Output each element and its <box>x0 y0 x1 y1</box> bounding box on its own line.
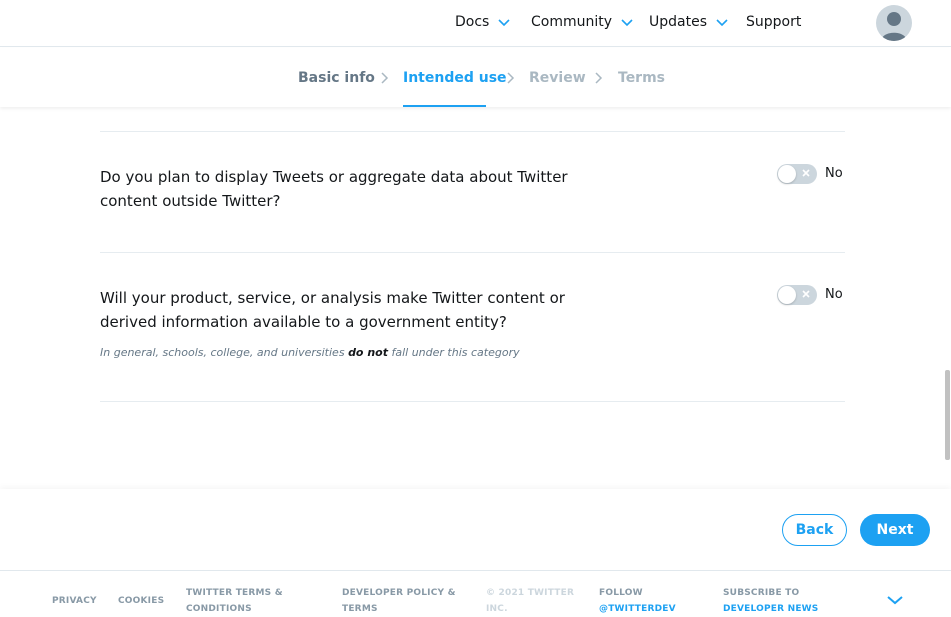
nav-support[interactable]: Support <box>746 14 801 30</box>
step-basic-info[interactable]: Basic info <box>298 70 375 86</box>
nav-docs-label: Docs <box>455 14 490 30</box>
divider <box>100 131 845 132</box>
next-button[interactable]: Next <box>860 514 930 546</box>
footer-terms-link[interactable]: TWITTER TERMS & CONDITIONS <box>186 585 296 617</box>
chevron-down-icon <box>498 19 510 27</box>
footer-follow[interactable]: FOLLOW @TWITTERDEV <box>599 585 689 617</box>
footer-copyright: © 2021 TWITTER INC. <box>486 588 575 614</box>
follow-handle-link[interactable]: @TWITTERDEV <box>599 604 676 614</box>
toggle-knob <box>778 165 796 183</box>
footer-privacy-link[interactable]: PRIVACY <box>52 593 97 609</box>
question-government-entity: Will your product, service, or analysis … <box>100 289 565 331</box>
nav-community-label: Community <box>531 14 613 30</box>
scrollbar[interactable] <box>945 370 950 460</box>
site-footer: PRIVACY COOKIES TWITTER TERMS & CONDITIO… <box>0 570 951 617</box>
government-hint: In general, schools, college, and univer… <box>100 346 520 359</box>
toggle-label: No <box>825 166 843 181</box>
close-icon <box>802 169 810 177</box>
chevron-right-icon <box>595 72 603 84</box>
hint-text: In general, schools, college, and univer… <box>100 346 349 359</box>
hint-text: fall under this category <box>387 346 520 359</box>
nav-docs[interactable]: Docs <box>455 14 510 30</box>
active-step-indicator <box>403 105 486 107</box>
step-intended-use[interactable]: Intended use <box>403 70 507 86</box>
chevron-right-icon <box>381 72 389 84</box>
footer-dev-policy-link[interactable]: DEVELOPER POLICY & TERMS <box>342 585 457 617</box>
form-actions: Back Next <box>0 489 951 570</box>
nav-community[interactable]: Community <box>531 14 633 30</box>
divider <box>100 252 845 253</box>
footer-subscribe[interactable]: SUBSCRIBE TO DEVELOPER NEWS <box>723 585 863 617</box>
nav-updates-label: Updates <box>649 14 707 30</box>
footer-cookies-link[interactable]: COOKIES <box>118 593 164 609</box>
hint-emphasis: do not <box>348 346 388 359</box>
toggle-knob <box>778 286 796 304</box>
government-entity-toggle[interactable] <box>777 285 817 305</box>
progress-stepper: Basic info Intended use Review Terms <box>0 48 951 107</box>
top-navigation: Docs Community Updates Support <box>0 0 951 47</box>
chevron-down-icon <box>621 19 633 27</box>
subscribe-link[interactable]: DEVELOPER NEWS <box>723 604 819 614</box>
avatar[interactable] <box>876 5 912 41</box>
subscribe-prefix: SUBSCRIBE TO <box>723 588 800 598</box>
chevron-down-icon <box>716 19 728 27</box>
divider <box>100 401 845 402</box>
close-icon <box>802 290 810 298</box>
display-tweets-toggle[interactable] <box>777 164 817 184</box>
follow-prefix: FOLLOW <box>599 588 643 598</box>
chevron-down-icon[interactable] <box>887 595 903 605</box>
nav-support-label: Support <box>746 14 802 30</box>
toggle-label: No <box>825 287 843 302</box>
back-button[interactable]: Back <box>782 514 847 546</box>
user-icon <box>881 12 907 41</box>
step-review: Review <box>529 70 586 86</box>
step-terms: Terms <box>618 70 666 86</box>
question-display-tweets: Do you plan to display Tweets or aggrega… <box>100 168 568 210</box>
chevron-right-icon <box>507 72 515 84</box>
nav-updates[interactable]: Updates <box>649 14 728 30</box>
